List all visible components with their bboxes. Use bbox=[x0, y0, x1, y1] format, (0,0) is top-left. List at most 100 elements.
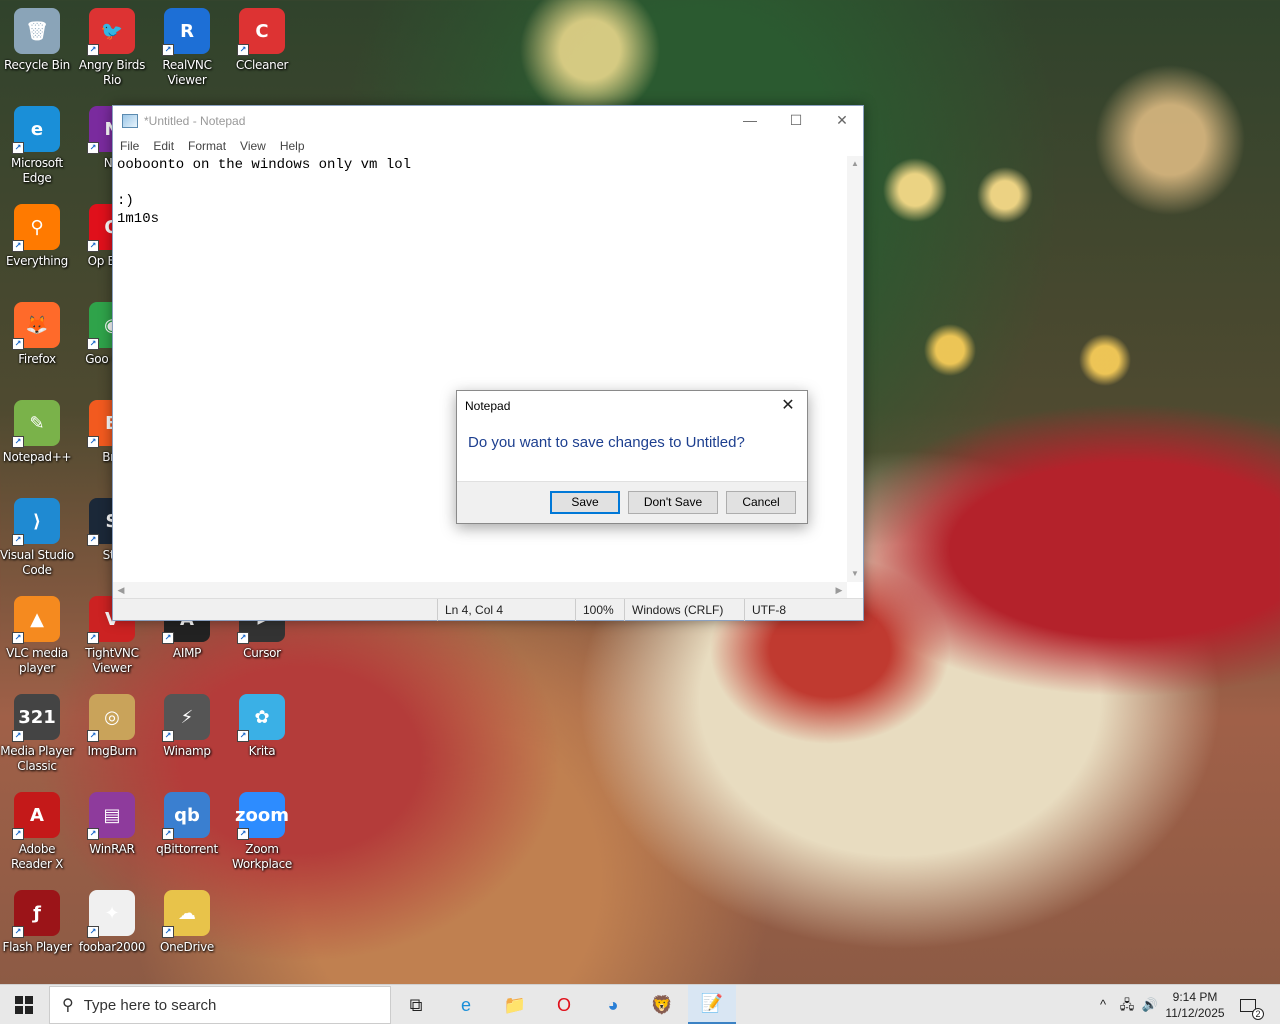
desktop-icon-adobe-reader-x[interactable]: A ↗ Adobe Reader X bbox=[0, 784, 74, 872]
desktop-icon-winamp[interactable]: ⚡ ↗ Winamp bbox=[150, 686, 224, 759]
taskbar-task-view-icon[interactable]: ⧉ bbox=[392, 985, 440, 1024]
dialog-close-icon[interactable]: ✕ bbox=[775, 394, 801, 418]
dont-save-button[interactable]: Don't Save bbox=[628, 491, 718, 514]
cancel-button[interactable]: Cancel bbox=[726, 491, 796, 514]
desktop-icon-recycle-bin[interactable]: 🗑 Recycle Bin bbox=[0, 0, 74, 73]
desktop-icon-imgburn[interactable]: ◎ ↗ ImgBurn bbox=[75, 686, 149, 759]
scroll-right-icon[interactable]: ▶ bbox=[831, 582, 847, 598]
desktop-icon-angry-birds-rio[interactable]: 🐦 ↗ Angry Birds Rio bbox=[75, 0, 149, 88]
scroll-left-icon[interactable]: ◀ bbox=[113, 582, 129, 598]
start-button[interactable] bbox=[0, 985, 48, 1024]
app-icon: ✎ ↗ bbox=[12, 400, 60, 448]
desktop-icon-label: Recycle Bin bbox=[4, 58, 70, 72]
status-zoom: 100% bbox=[575, 599, 625, 621]
app-icon: ✿ ↗ bbox=[237, 694, 285, 742]
desktop-icon-vlc-media-player[interactable]: ▲ ↗ VLC media player bbox=[0, 588, 74, 676]
desktop-icon-zoom-workplace[interactable]: zoom ↗ Zoom Workplace bbox=[225, 784, 299, 872]
taskbar-notepad-icon[interactable]: 📝 bbox=[688, 985, 736, 1024]
desktop-icon-everything[interactable]: ⚲ ↗ Everything bbox=[0, 196, 74, 269]
scroll-up-icon[interactable]: ▲ bbox=[847, 156, 863, 172]
desktop-icon-label: Visual Studio Code bbox=[0, 548, 74, 577]
taskbar-edge-icon[interactable]: e bbox=[442, 985, 490, 1024]
minimize-button[interactable]: — bbox=[727, 106, 773, 136]
vertical-scrollbar[interactable]: ▲ ▼ bbox=[847, 156, 863, 582]
desktop-icon-label: Everything bbox=[6, 254, 68, 268]
shortcut-arrow-icon: ↗ bbox=[12, 142, 24, 154]
desktop-icon-label: Cursor bbox=[243, 646, 281, 660]
app-icon: ƒ ↗ bbox=[12, 890, 60, 938]
desktop-icon-krita[interactable]: ✿ ↗ Krita bbox=[225, 686, 299, 759]
taskbar-search-box[interactable]: ⚲ Type here to search bbox=[49, 986, 391, 1024]
desktop-icon-label: VLC media player bbox=[6, 646, 68, 675]
desktop-icon-label: Krita bbox=[248, 744, 276, 758]
app-icon: A↗ bbox=[12, 792, 60, 840]
desktop-icon-onedrive[interactable]: ☁ ↗ OneDrive bbox=[150, 882, 224, 955]
save-button[interactable]: Save bbox=[550, 491, 620, 514]
app-icon: 🦊 ↗ bbox=[12, 302, 60, 350]
app-icon: ⚡ ↗ bbox=[162, 694, 210, 742]
shortcut-arrow-icon: ↗ bbox=[87, 828, 99, 840]
app-icon: zoom ↗ bbox=[235, 792, 289, 840]
volume-icon[interactable]: 🔊 bbox=[1140, 985, 1160, 1024]
app-icon: 321 ↗ bbox=[12, 694, 60, 742]
app-icon: C ↗ bbox=[237, 8, 285, 56]
notepad-app-icon bbox=[122, 114, 138, 128]
menu-format[interactable]: Format bbox=[188, 136, 226, 156]
menu-view[interactable]: View bbox=[240, 136, 266, 156]
shortcut-arrow-icon: ↗ bbox=[237, 632, 249, 644]
desktop-icon-label: RealVNC Viewer bbox=[162, 58, 212, 87]
desktop-icon-label: Microsoft Edge bbox=[11, 156, 63, 185]
desktop-icon-firefox[interactable]: 🦊 ↗ Firefox bbox=[0, 294, 74, 367]
desktop-icon-flash-player[interactable]: ƒ ↗ Flash Player bbox=[0, 882, 74, 955]
taskbar-opera-icon[interactable]: O bbox=[540, 985, 588, 1024]
status-line-ending: Windows (CRLF) bbox=[624, 599, 744, 621]
shortcut-arrow-icon: ↗ bbox=[12, 338, 24, 350]
maximize-button[interactable]: ☐ bbox=[773, 106, 819, 136]
desktop-icon-media-player-classic[interactable]: 321 ↗ Media Player Classic bbox=[0, 686, 74, 774]
network-icon[interactable]: 🖧 bbox=[1117, 985, 1137, 1024]
status-position: Ln 4, Col 4 bbox=[437, 599, 573, 621]
desktop-icon-qbittorrent[interactable]: qb ↗ qBittorrent bbox=[150, 784, 224, 857]
shortcut-arrow-icon: ↗ bbox=[12, 926, 24, 938]
shortcut-arrow-icon: ↗ bbox=[162, 44, 174, 56]
menu-bar: File Edit Format View Help bbox=[113, 136, 863, 156]
taskbar-brave-icon[interactable]: 🦁 bbox=[638, 985, 686, 1024]
shortcut-arrow-icon: ↗ bbox=[87, 632, 99, 644]
scroll-down-icon[interactable]: ▼ bbox=[847, 566, 863, 582]
desktop-icon-ccleaner[interactable]: C ↗ CCleaner bbox=[225, 0, 299, 73]
taskbar: ⚲ Type here to search ⧉ e 📁 O ◕ 🦁 📝 ^ 🖧 🔊 9:14… bbox=[0, 984, 1280, 1024]
clock-date: 11/12/2025 bbox=[1165, 1006, 1225, 1020]
shortcut-arrow-icon: ↗ bbox=[237, 828, 249, 840]
shortcut-arrow-icon: ↗ bbox=[162, 828, 174, 840]
horizontal-scrollbar[interactable]: ◀ ▶ bbox=[113, 582, 847, 598]
status-bar: Ln 4, Col 4 100% Windows (CRLF) UTF-8 bbox=[113, 598, 863, 621]
notepad-titlebar[interactable]: *Untitled - Notepad — ☐ ✕ bbox=[113, 106, 863, 136]
desktop-icon-winrar[interactable]: ▤ ↗ WinRAR bbox=[75, 784, 149, 857]
shortcut-arrow-icon: ↗ bbox=[237, 44, 249, 56]
app-icon: ⚲ ↗ bbox=[12, 204, 60, 252]
windows-logo-icon bbox=[15, 996, 33, 1014]
tray-chevron-icon[interactable]: ^ bbox=[1094, 985, 1112, 1024]
clock[interactable]: 9:14 PM 11/12/2025 bbox=[1160, 989, 1230, 1021]
desktop-icon-label: WinRAR bbox=[89, 842, 135, 856]
desktop-icon-realvnc-viewer[interactable]: R ↗ RealVNC Viewer bbox=[150, 0, 224, 88]
menu-file[interactable]: File bbox=[120, 136, 139, 156]
notepad-title: *Untitled - Notepad bbox=[144, 114, 246, 128]
dialog-title: Notepad bbox=[465, 399, 511, 413]
notification-center-icon[interactable]: 2 bbox=[1236, 985, 1264, 1024]
menu-edit[interactable]: Edit bbox=[153, 136, 174, 156]
shortcut-arrow-icon: ↗ bbox=[12, 632, 24, 644]
taskbar-file-explorer-icon[interactable]: 📁 bbox=[491, 985, 539, 1024]
menu-help[interactable]: Help bbox=[280, 136, 305, 156]
desktop-icon-foobar2000[interactable]: ✦ ↗ foobar2000 bbox=[75, 882, 149, 955]
app-icon: ☁ ↗ bbox=[162, 890, 210, 938]
desktop-icon-visual-studio-code[interactable]: ⟩ ↗ Visual Studio Code bbox=[0, 490, 74, 578]
taskbar-unknown-blue-icon[interactable]: ◕ bbox=[589, 985, 637, 1024]
app-icon: ▲ ↗ bbox=[12, 596, 60, 644]
shortcut-arrow-icon: ↗ bbox=[162, 926, 174, 938]
desktop-icon-notepad-[interactable]: ✎ ↗ Notepad++ bbox=[0, 392, 74, 465]
close-button[interactable]: ✕ bbox=[819, 106, 865, 136]
desktop-icon-microsoft-edge[interactable]: e ↗ Microsoft Edge bbox=[0, 98, 74, 186]
app-icon: 🗑 bbox=[14, 8, 60, 54]
shortcut-arrow-icon: ↗ bbox=[87, 142, 99, 154]
